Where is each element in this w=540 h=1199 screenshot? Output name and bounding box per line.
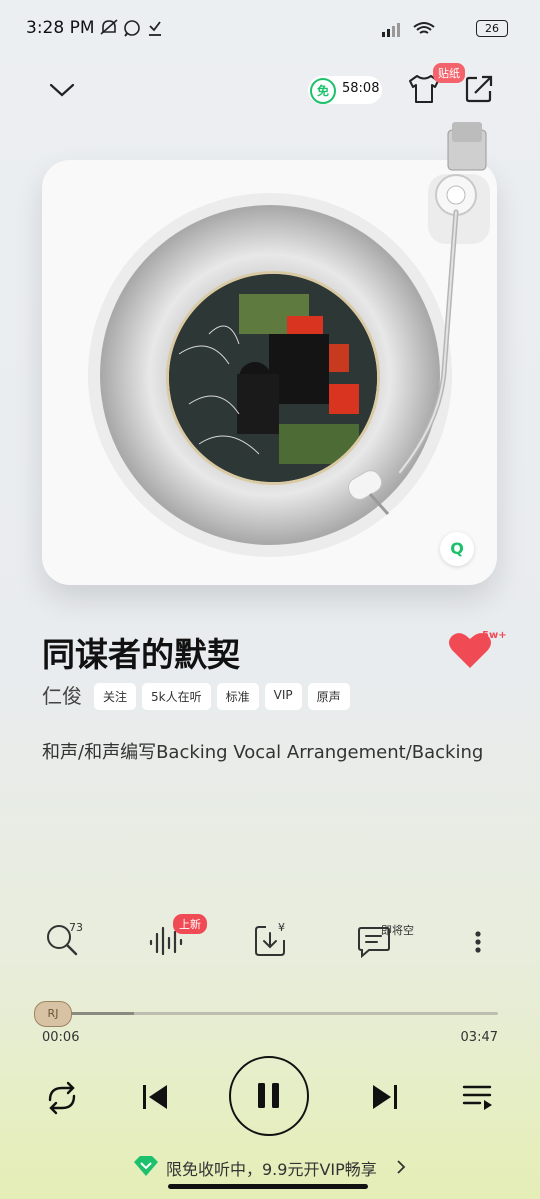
pause-icon xyxy=(258,1083,279,1108)
song-credits[interactable]: 和声/和声编写Backing Vocal Arrangement/Backing xyxy=(42,738,512,764)
download-price: ¥ xyxy=(278,921,285,934)
sticker-badge: 贴纸 xyxy=(433,63,465,83)
vip-diamond-icon xyxy=(132,1155,160,1177)
free-listen-timer[interactable]: 免 58:08 xyxy=(308,76,382,104)
repeat-icon[interactable] xyxy=(44,1080,80,1116)
current-time: 00:06 xyxy=(42,1030,80,1045)
playlist-icon[interactable] xyxy=(462,1083,494,1113)
share-icon[interactable] xyxy=(464,74,494,104)
chevron-right-icon[interactable] xyxy=(396,1160,406,1174)
timer-text: 58:08 xyxy=(342,81,380,96)
new-badge: 上新 xyxy=(173,914,207,934)
qq-badge-icon[interactable]: Q xyxy=(440,532,474,566)
previous-track-icon[interactable] xyxy=(140,1082,170,1112)
like-count: 5w+ xyxy=(482,630,507,641)
search-count: 73 xyxy=(69,921,83,934)
status-time: 3:28 PM xyxy=(26,18,95,38)
progress-knob[interactable]: RJ xyxy=(34,1001,72,1027)
status-icons xyxy=(100,18,170,38)
signal-wifi-icons xyxy=(382,20,440,38)
quality-tag[interactable]: 标准 xyxy=(216,683,259,710)
home-indicator[interactable] xyxy=(168,1184,368,1189)
signal-icon xyxy=(382,23,400,37)
pause-button[interactable] xyxy=(229,1056,309,1136)
download-done-icon xyxy=(149,21,161,36)
free-badge: 免 xyxy=(310,78,336,104)
comment-label: 即将空 xyxy=(381,924,414,937)
vip-promo-text[interactable]: 限免收听中，9.9元开VIP畅享 xyxy=(166,1156,377,1180)
total-time: 03:47 xyxy=(460,1030,498,1045)
collapse-chevron-icon[interactable] xyxy=(48,80,76,100)
battery-indicator: 26 xyxy=(476,20,508,37)
wifi-icon xyxy=(413,22,435,34)
tonearm xyxy=(340,122,500,522)
vip-tag: VIP xyxy=(264,683,302,710)
follow-button[interactable]: 关注 xyxy=(94,683,137,710)
next-track-icon[interactable] xyxy=(370,1082,400,1112)
listener-count-tag: 5k人在听 xyxy=(142,683,211,710)
artist-name[interactable]: 仁俊 xyxy=(42,680,82,709)
song-title: 同谋者的默契 xyxy=(42,635,240,674)
whatsapp-icon xyxy=(124,20,140,37)
mute-bell-icon xyxy=(100,19,118,35)
more-options-icon[interactable] xyxy=(472,930,484,954)
original-tag: 原声 xyxy=(307,683,350,710)
tag-list: 关注 5k人在听 标准 VIP 原声 xyxy=(94,683,350,710)
